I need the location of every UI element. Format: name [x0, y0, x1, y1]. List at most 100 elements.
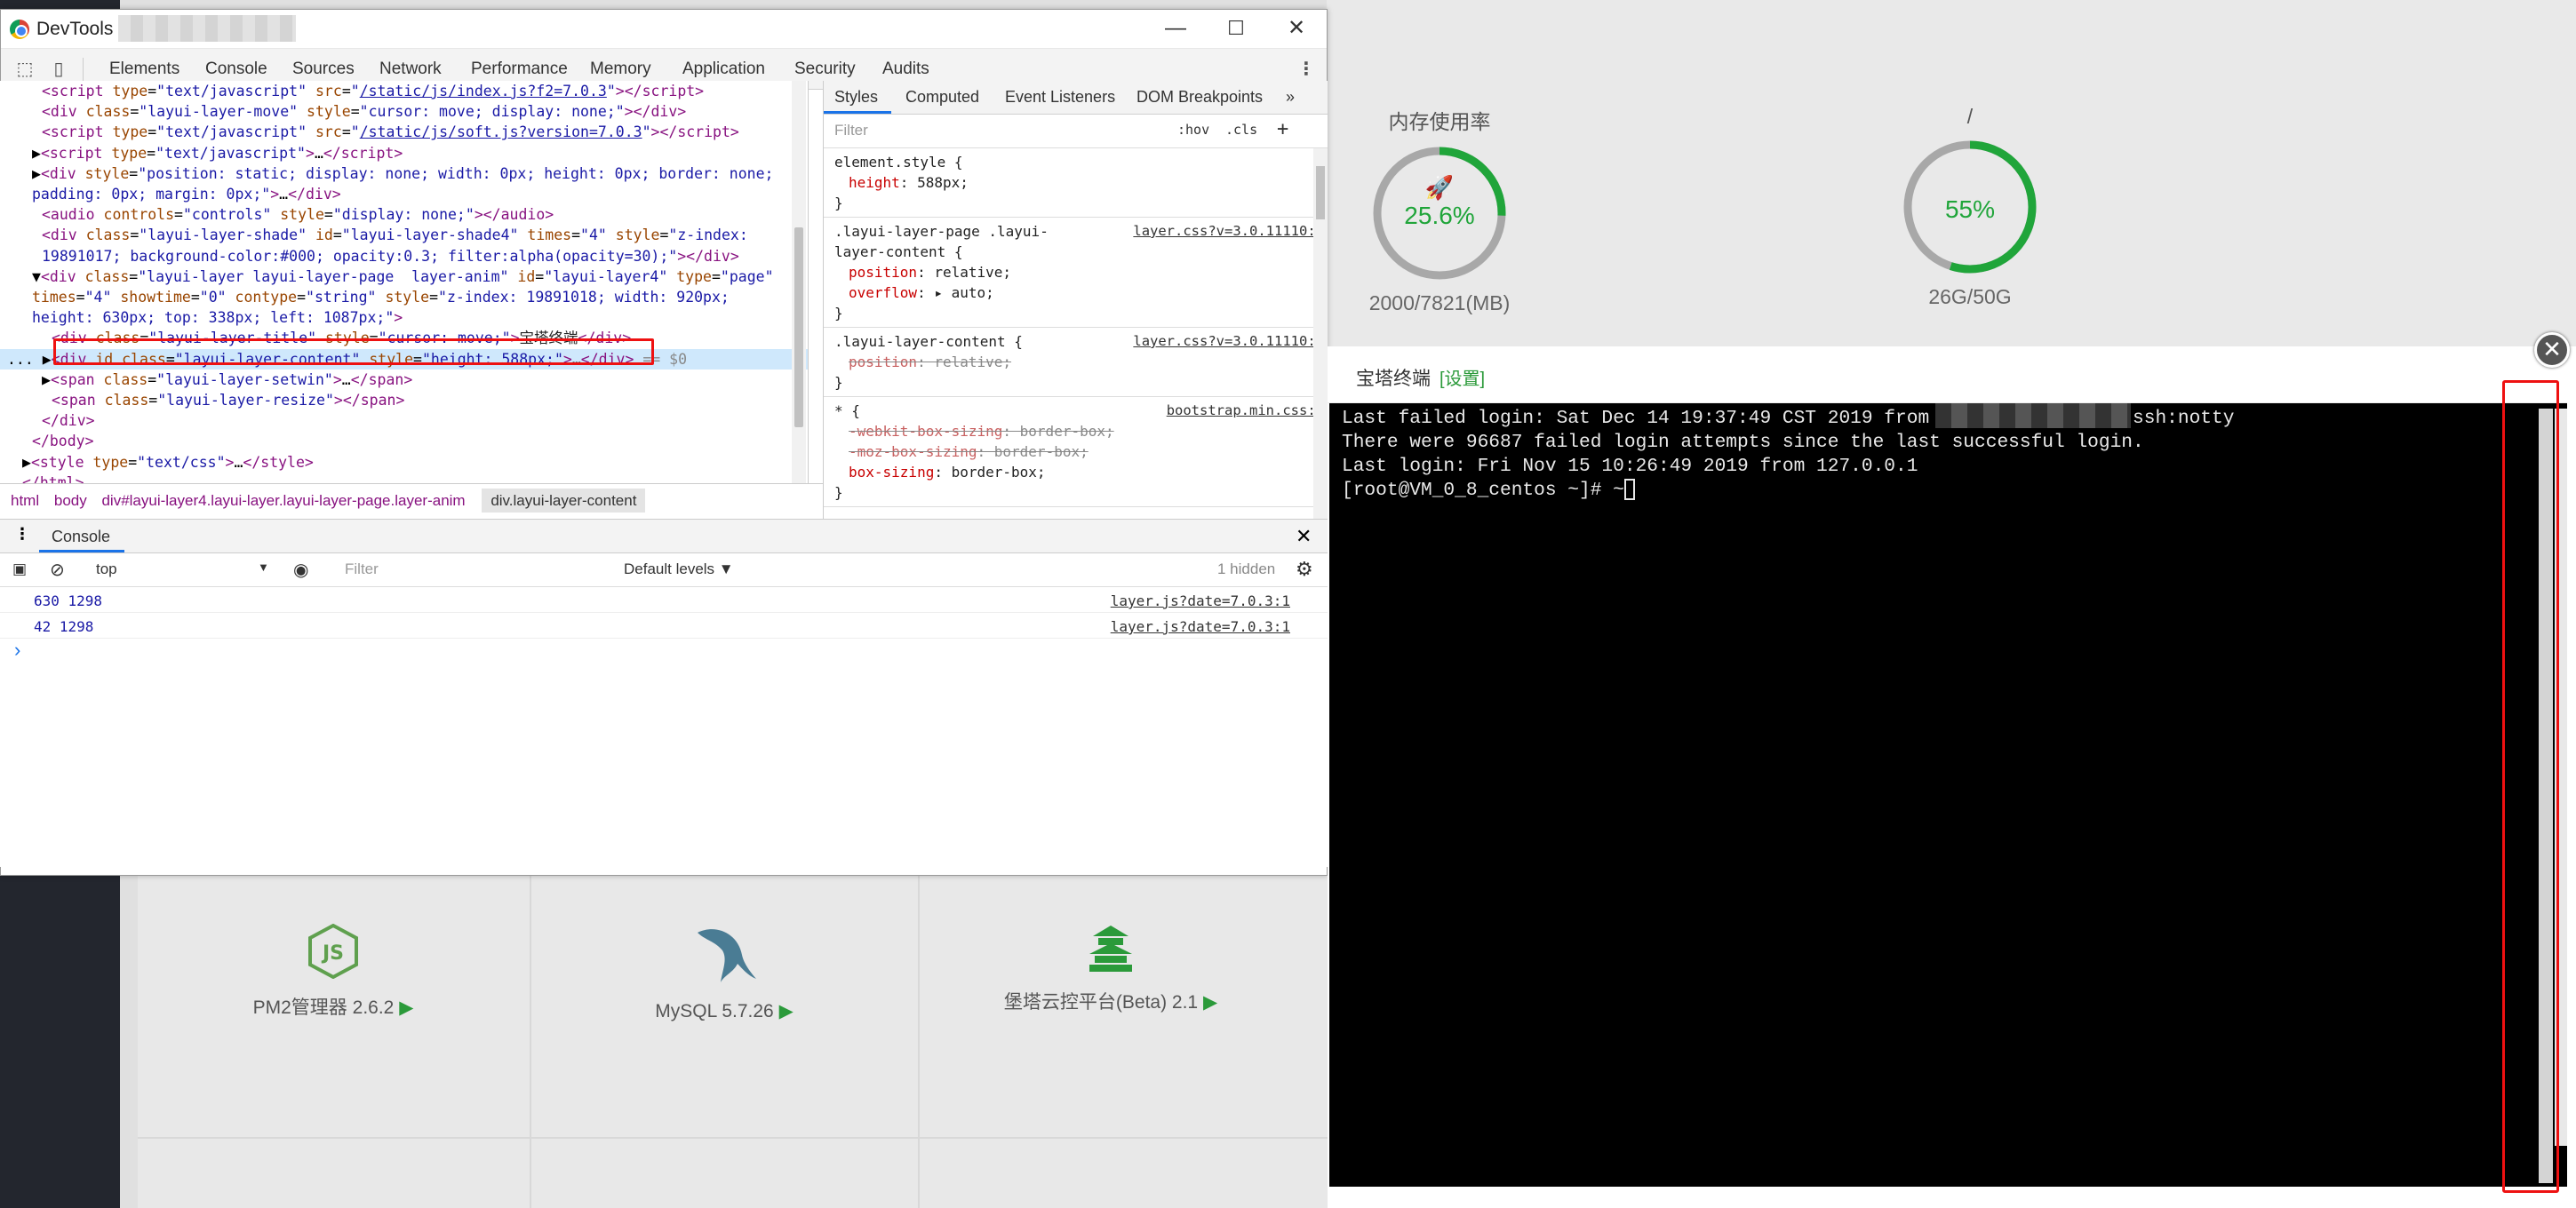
software-pm2[interactable]: JS PM2管理器 2.6.2 ▶	[227, 924, 440, 1020]
inspect-element-icon[interactable]: ⬚	[13, 58, 36, 81]
gauge-sub: 26G/50G	[1928, 285, 2012, 308]
gear-icon[interactable]: ⚙	[1296, 558, 1313, 581]
tab-sources[interactable]: Sources	[292, 60, 355, 79]
tab-event-listeners[interactable]: Event Listeners	[1005, 88, 1115, 107]
dom-node-line[interactable]: </div>	[0, 410, 808, 431]
breadcrumb-body[interactable]: body	[54, 492, 87, 509]
chrome-logo-icon	[10, 20, 29, 39]
terminal-prompt-line: [root@VM_0_8_centos ~]# ~	[1342, 479, 2555, 503]
dom-node-line[interactable]: <script type="text/javascript" src="/sta…	[0, 81, 808, 101]
tab-memory[interactable]: Memory	[590, 60, 651, 79]
device-toolbar-icon[interactable]: ▯	[47, 58, 70, 81]
tab-styles[interactable]: Styles	[834, 88, 878, 107]
add-rule-icon[interactable]: +	[1277, 118, 1288, 140]
highlight-box	[53, 338, 654, 365]
breadcrumb-content[interactable]: div.layui-layer-content	[482, 489, 646, 513]
tab-security[interactable]: Security	[794, 60, 856, 79]
svg-text:🚀: 🚀	[1425, 174, 1454, 201]
style-rules: element.style {height: 588px;} layer.css?…	[824, 148, 1328, 507]
eye-icon[interactable]: ◉	[293, 559, 308, 581]
dom-node-line[interactable]: <div class="layui-layer-shade" id="layui…	[0, 225, 808, 245]
software-label: 堡塔云控平台(Beta) 2.1	[1003, 992, 1199, 1013]
console-toolbar: ▣ ⊘ top ▼ ◉ Filter Default levels ▼ 1 hi…	[0, 553, 1328, 587]
dom-node-line[interactable]: padding: 0px; margin: 0px;">…</div>	[0, 184, 808, 204]
console-message: 42 1298 layer.js?date=7.0.3:1	[0, 613, 1328, 639]
rule-source-link[interactable]: bootstrap.min.css:5	[1167, 401, 1324, 421]
close-drawer-icon[interactable]: ✕	[1296, 525, 1312, 548]
settings-link[interactable]: [设置]	[1440, 364, 1485, 390]
more-tabs-icon[interactable]: »	[1286, 88, 1295, 107]
elements-tree[interactable]: <script type="text/javascript" src="/sta…	[0, 81, 809, 483]
redacted-url	[118, 15, 296, 42]
devtools-titlebar[interactable]: DevTools — ☐ ✕	[1, 10, 1327, 49]
context-select[interactable]: top	[96, 560, 117, 578]
close-icon[interactable]: ✕	[2534, 332, 2570, 368]
breadcrumb: html body div#layui-layer4.layui-layer.l…	[0, 483, 823, 519]
memory-gauge[interactable]: 内存使用率 🚀 25.6% 2000/7821(MB)	[1351, 105, 1528, 315]
message-source-link[interactable]: layer.js?date=7.0.3:1	[1111, 618, 1290, 635]
dom-node-line[interactable]: ▶<script type="text/javascript">…</scrip…	[0, 143, 808, 163]
dom-node-line[interactable]: <span class="layui-layer-resize"></span>	[0, 390, 808, 410]
dom-node-line[interactable]: <div class="layui-layer-move" style="cur…	[0, 101, 808, 122]
rule-source-link[interactable]: layer.css?v=3.0.11110:1	[1133, 221, 1324, 242]
dom-node-line[interactable]: <audio controls="controls" style="displa…	[0, 204, 808, 225]
hov-button[interactable]: :hov	[1177, 122, 1209, 138]
style-rule[interactable]: bootstrap.min.css:5 * {-webkit-box-sizing…	[824, 397, 1328, 507]
dom-node-line[interactable]: </body>	[0, 431, 808, 451]
window-title: DevTools	[36, 19, 114, 39]
dom-node-line[interactable]: ▶<div style="position: static; display: …	[0, 163, 808, 184]
style-rule[interactable]: element.style {height: 588px;}	[824, 148, 1328, 218]
styles-filter-bar: Filter :hov .cls +	[824, 115, 1328, 148]
software-btcloud[interactable]: 堡塔云控平台(Beta) 2.1 ▶	[991, 924, 1231, 1014]
message-source-link[interactable]: layer.js?date=7.0.3:1	[1111, 592, 1290, 609]
breadcrumb-layer[interactable]: div#layui-layer4.layui-layer.layui-layer…	[101, 492, 465, 509]
console-filter-input[interactable]: Filter	[345, 560, 379, 578]
drawer-menu-icon[interactable]: ⋮	[14, 525, 30, 544]
dom-node-line[interactable]: height: 630px; top: 338px; left: 1087px;…	[0, 307, 808, 328]
maximize-button[interactable]: ☐	[1209, 13, 1263, 44]
software-mysql[interactable]: MySQL 5.7.26 ▶	[618, 924, 831, 1022]
rule-source-link[interactable]: layer.css?v=3.0.11110:1	[1133, 331, 1324, 352]
tab-console[interactable]: Console	[205, 60, 267, 79]
tab-network[interactable]: Network	[379, 60, 442, 79]
sidebar-toggle-icon[interactable]: ▣	[12, 560, 27, 578]
dom-node-line[interactable]: times="4" showtime="0" contype="string" …	[0, 287, 808, 307]
chevron-down-icon: ▼	[258, 560, 269, 574]
disk-gauge[interactable]: / 55% 26G/50G	[1881, 105, 2059, 309]
dom-node-line[interactable]: </html>	[0, 473, 808, 483]
tab-elements[interactable]: Elements	[109, 60, 179, 79]
tab-performance[interactable]: Performance	[471, 60, 568, 79]
layer-title[interactable]: 宝塔终端 [设置]	[1328, 346, 2567, 403]
software-label: MySQL 5.7.26	[655, 1001, 774, 1021]
console-tab[interactable]: Console	[52, 528, 110, 546]
gauge-title: /	[1966, 105, 1974, 128]
terminal-screen[interactable]: Last failed login: Sat Dec 14 19:37:49 C…	[1329, 403, 2567, 1187]
dom-node-line[interactable]: 19891017; background-color:#000; opacity…	[0, 246, 808, 266]
dom-node-line[interactable]: ▶<style type="text/css">…</style>	[0, 452, 808, 473]
tab-dom-breakpoints[interactable]: DOM Breakpoints	[1136, 88, 1263, 107]
gauge-ring: 55%	[1903, 140, 2037, 274]
dom-node-line[interactable]: ▼<div class="layui-layer layui-layer-pag…	[0, 266, 808, 287]
tab-audits[interactable]: Audits	[882, 60, 929, 79]
style-rule[interactable]: layer.css?v=3.0.11110:1 .layui-layer-cont…	[824, 328, 1328, 397]
console-prompt[interactable]: ›	[14, 639, 20, 662]
software-label: PM2管理器 2.6.2	[252, 997, 395, 1018]
terminal-line: Last login: Fri Nov 15 10:26:49 2019 fro…	[1342, 456, 1918, 477]
cls-button[interactable]: .cls	[1225, 122, 1257, 138]
clear-console-icon[interactable]: ⊘	[50, 559, 65, 581]
style-rule[interactable]: layer.css?v=3.0.11110:1 .layui-layer-page…	[824, 218, 1328, 328]
tab-computed[interactable]: Computed	[905, 88, 979, 107]
dom-node-line[interactable]: <script type="text/javascript" src="/sta…	[0, 122, 808, 142]
dom-node-line[interactable]: ▶<span class="layui-layer-setwin">…</spa…	[0, 370, 808, 390]
tab-application[interactable]: Application	[682, 60, 765, 79]
terminal-title: 宝塔终端	[1356, 369, 1431, 389]
message-text: 42 1298	[34, 618, 94, 635]
elements-scrollbar[interactable]	[792, 81, 806, 483]
levels-select[interactable]: Default levels ▼	[624, 560, 734, 578]
styles-filter-input[interactable]: Filter	[834, 122, 868, 139]
nodejs-icon: JS	[308, 924, 358, 979]
close-button[interactable]: ✕	[1270, 13, 1323, 44]
more-menu-icon[interactable]: ⋮	[1295, 58, 1318, 81]
minimize-button[interactable]: —	[1149, 13, 1202, 44]
breadcrumb-html[interactable]: html	[11, 492, 39, 509]
